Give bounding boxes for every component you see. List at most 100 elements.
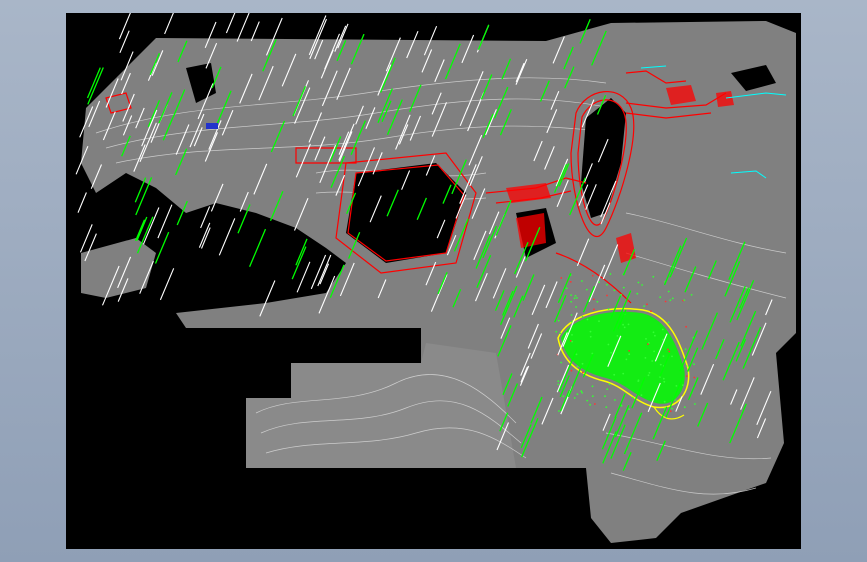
white-hatch-stroke: [142, 207, 160, 245]
hatch-dot: [585, 288, 588, 291]
hatch-dot: [685, 365, 688, 367]
hatch-dot: [682, 384, 684, 386]
hatch-dot: [667, 321, 670, 324]
hatch-dot: [628, 350, 630, 352]
hatch-dot: [593, 308, 595, 311]
hatch-dot: [592, 298, 595, 301]
hatch-dot: [591, 385, 594, 388]
hatch-dot: [576, 393, 579, 396]
hatch-dot: [589, 335, 592, 338]
hatch-dot: [622, 372, 625, 375]
hatch-dot: [571, 334, 573, 336]
hatch-dot: [690, 294, 693, 296]
hatch-dot: [644, 357, 647, 359]
hatch-dot: [586, 399, 589, 402]
hatch-dot: [623, 326, 626, 329]
hatch-dot: [589, 330, 592, 333]
hatch-dot: [685, 325, 687, 328]
hatch-dot: [685, 375, 688, 377]
hatch-dot: [570, 294, 572, 296]
terrain-lower-left-block: [246, 343, 516, 468]
hatch-dot: [605, 406, 608, 408]
hatch-dot: [581, 391, 583, 394]
hatch-dot: [643, 305, 645, 308]
hatch-dot: [663, 380, 666, 383]
white-hatch-stroke: [319, 263, 330, 285]
hatch-dot: [625, 358, 628, 361]
hatch-dot: [581, 280, 583, 282]
white-hatch-stroke: [77, 192, 87, 213]
hatch-dot: [627, 300, 629, 303]
hatch-dot: [581, 362, 584, 365]
hatch-dot: [669, 299, 672, 302]
hatch-dot: [650, 310, 652, 313]
hatch-dot: [570, 320, 573, 323]
hatch-dot: [559, 332, 562, 335]
hatch-dot: [576, 365, 579, 368]
hatch-dot: [557, 319, 560, 322]
white-hatch-stroke: [157, 204, 173, 239]
blue-marker: [206, 123, 218, 129]
green-hatch-stroke: [154, 231, 170, 264]
hatch-dot: [606, 283, 608, 286]
hatch-dot: [637, 281, 640, 284]
hatch-dot: [622, 323, 624, 326]
hatch-dot: [606, 388, 609, 391]
hatch-dot: [675, 385, 678, 387]
hatch-dot: [614, 399, 616, 401]
hatch-dot: [667, 348, 669, 351]
hatch-dot: [620, 293, 623, 296]
hatch-dot: [671, 355, 673, 358]
hatch-dot: [560, 277, 563, 279]
green-hatch-stroke: [86, 67, 101, 99]
green-hatch-stroke: [249, 228, 267, 268]
hatch-dot: [574, 295, 577, 297]
hatch-dot: [652, 331, 655, 334]
hatch-dot: [575, 306, 577, 308]
hatch-dot: [684, 348, 687, 350]
hatch-dot: [576, 297, 578, 299]
hatch-dot: [631, 396, 634, 399]
hatch-dot: [668, 350, 671, 353]
hatch-dot: [608, 383, 611, 386]
hatch-dot: [596, 300, 599, 303]
hatch-dot: [653, 350, 655, 353]
hatch-dot: [570, 314, 573, 316]
hatch-dot: [575, 353, 578, 356]
white-hatch-stroke: [118, 13, 131, 40]
hatch-dot: [594, 403, 596, 405]
hatch-dot: [616, 335, 619, 337]
hatch-dot: [662, 355, 665, 357]
hatch-dot: [648, 371, 651, 374]
hatch-dot: [640, 394, 643, 396]
hatch-dot: [627, 323, 630, 326]
hatch-dot: [565, 287, 568, 290]
hatch-dot: [674, 399, 677, 402]
hatch-dot: [636, 292, 639, 295]
red-patch-2: [516, 213, 546, 248]
hatch-dot: [628, 353, 631, 356]
hatch-dot: [641, 284, 643, 286]
hatch-dot: [557, 380, 560, 382]
hatch-dot: [663, 400, 666, 403]
hatch-dot: [645, 338, 647, 340]
cad-model-viewport[interactable]: [66, 13, 801, 549]
white-hatch-stroke: [225, 13, 236, 34]
hatch-dot: [607, 343, 610, 346]
hatch-dot: [694, 403, 696, 405]
hatch-dot: [598, 320, 600, 323]
hatch-dot: [659, 363, 662, 366]
hatch-dot: [651, 360, 654, 362]
white-hatch-stroke: [236, 13, 250, 42]
hatch-dot: [609, 273, 612, 275]
hatch-dot: [613, 373, 616, 376]
hatch-dot: [570, 300, 573, 303]
hatch-dot: [591, 274, 594, 277]
white-hatch-stroke: [296, 261, 311, 293]
hatch-dot: [569, 281, 572, 283]
green-hatch-stroke: [134, 177, 147, 203]
hatch-dot: [570, 369, 573, 372]
hatch-dot: [647, 374, 650, 377]
hatch-dot: [604, 395, 606, 398]
hatch-dot: [628, 408, 631, 410]
